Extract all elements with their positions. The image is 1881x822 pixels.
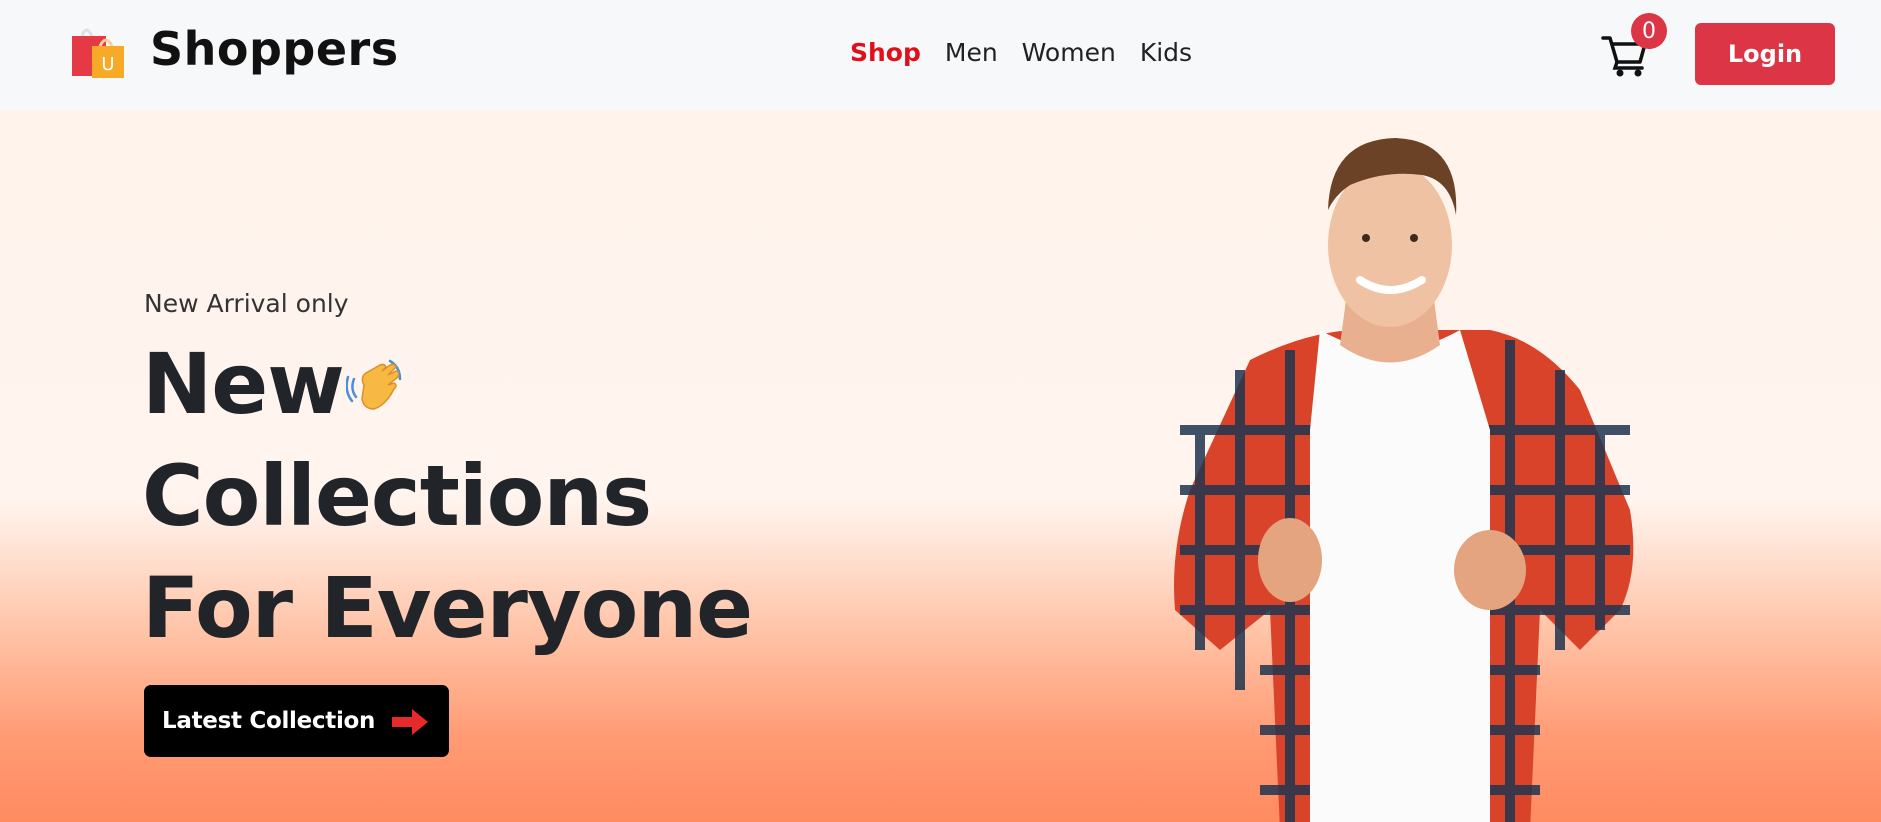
nav-item-men[interactable]: Men: [945, 38, 998, 67]
model-photo: [1174, 138, 1634, 822]
brand-name: Shoppers: [150, 22, 399, 76]
headline-line-3: For Everyone: [142, 559, 753, 657]
hero-eyebrow: New Arrival only: [144, 289, 349, 318]
logo-letter: U: [101, 54, 114, 75]
cta-label: Latest Collection: [162, 708, 376, 734]
nav-item-kids[interactable]: Kids: [1140, 38, 1192, 67]
headline-word-new: New: [142, 335, 345, 433]
latest-collection-button[interactable]: Latest Collection: [144, 685, 449, 757]
cart-count-badge: 0: [1631, 13, 1667, 49]
headline-line-1: New: [142, 328, 752, 440]
waving-hand-icon: [345, 359, 402, 410]
shopping-bag-icon: U: [72, 28, 124, 78]
navbar: U Shoppers Shop Men Women Kids 0 Login: [0, 0, 1881, 110]
main-nav: Shop Men Women Kids: [850, 38, 1192, 67]
arrow-right-icon: [392, 709, 428, 735]
brand[interactable]: U Shoppers: [70, 22, 399, 80]
hero-headline: New Collections For Everyone: [142, 328, 753, 664]
login-button[interactable]: Login: [1695, 23, 1835, 85]
nav-item-women[interactable]: Women: [1022, 38, 1116, 67]
nav-item-shop[interactable]: Shop: [850, 38, 921, 67]
hero-section: New Arrival only New Collections For Eve…: [0, 110, 1881, 822]
headline-line-2: Collections: [142, 447, 652, 545]
